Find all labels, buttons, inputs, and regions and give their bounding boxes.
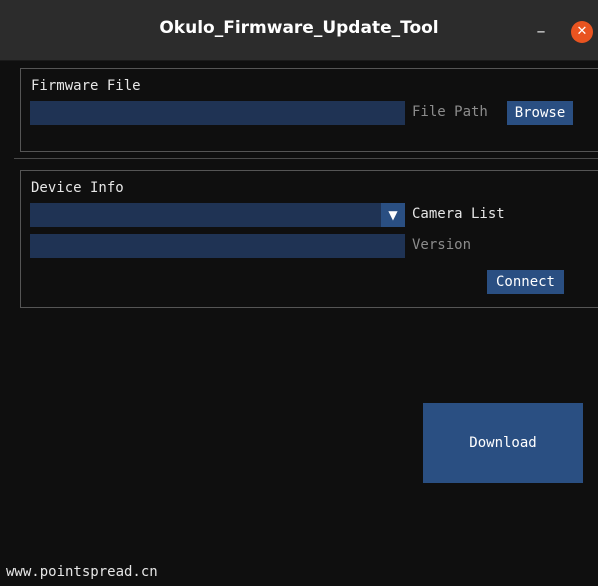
- firmware-file-label: Firmware File: [31, 78, 141, 94]
- file-path-label: File Path: [412, 104, 488, 120]
- close-icon[interactable]: ✕: [571, 21, 593, 43]
- download-button[interactable]: Download: [423, 403, 583, 483]
- footer-website: www.pointspread.cn: [6, 564, 158, 580]
- connect-button[interactable]: Connect: [487, 270, 564, 294]
- file-path-input[interactable]: [30, 101, 405, 125]
- title-bar: Okulo_Firmware_Update_Tool – ✕: [0, 0, 598, 61]
- browse-button[interactable]: Browse: [507, 101, 573, 125]
- device-info-label: Device Info: [31, 180, 124, 196]
- version-label: Version: [412, 237, 472, 253]
- camera-list-select[interactable]: [30, 203, 381, 227]
- chevron-down-icon[interactable]: ▼: [381, 203, 405, 227]
- minimize-icon[interactable]: –: [531, 22, 551, 42]
- window-title: Okulo_Firmware_Update_Tool: [159, 18, 439, 38]
- section-divider: [14, 158, 598, 159]
- camera-list-label: Camera List: [412, 206, 505, 222]
- version-field: [30, 234, 405, 258]
